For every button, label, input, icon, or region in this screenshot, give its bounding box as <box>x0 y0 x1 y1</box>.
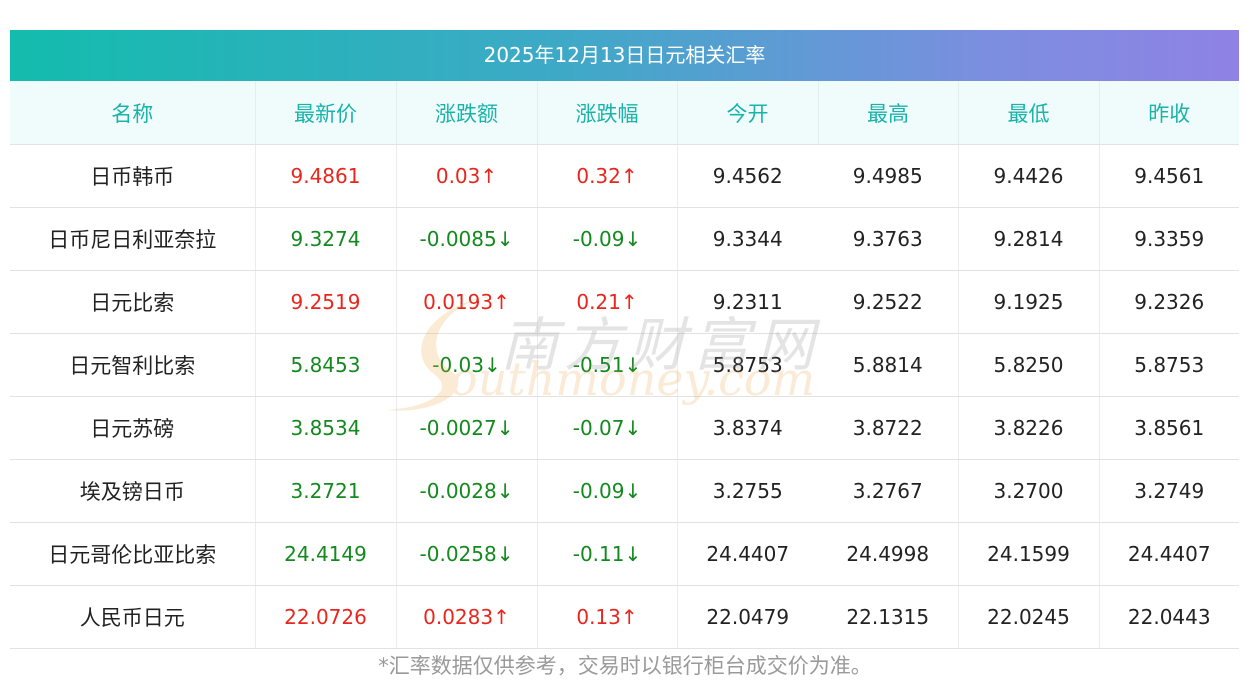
cell-open: 9.4562 <box>677 144 818 208</box>
table-row: 人民币日元 22.0726 0.0283↑ 0.13↑ 22.0479 22.1315 22… <box>10 585 1239 649</box>
cell-change: 0.0193↑ <box>396 270 538 334</box>
cell-pct: -0.09↓ <box>537 207 678 271</box>
col-header-change: 涨跌额 <box>396 81 538 145</box>
cell-pct: -0.11↓ <box>537 522 678 586</box>
cell-prev: 9.2326 <box>1099 270 1239 334</box>
cell-prev: 3.2749 <box>1099 459 1239 523</box>
cell-name: 日币韩币 <box>10 144 256 208</box>
cell-open: 24.4407 <box>677 522 818 586</box>
cell-change: -0.0085↓ <box>396 207 538 271</box>
col-header-prev: 昨收 <box>1099 81 1239 145</box>
cell-open: 3.2755 <box>677 459 818 523</box>
cell-latest: 9.4861 <box>255 144 397 208</box>
cell-change: -0.03↓ <box>396 333 538 397</box>
cell-high: 22.1315 <box>818 585 959 649</box>
col-header-name: 名称 <box>10 81 256 145</box>
cell-low: 9.4426 <box>958 144 1100 208</box>
cell-low: 3.2700 <box>958 459 1100 523</box>
cell-latest: 24.4149 <box>255 522 397 586</box>
cell-high: 9.4985 <box>818 144 959 208</box>
cell-change: 0.03↑ <box>396 144 538 208</box>
cell-prev: 9.4561 <box>1099 144 1239 208</box>
cell-pct: -0.51↓ <box>537 333 678 397</box>
cell-high: 9.2522 <box>818 270 959 334</box>
cell-low: 22.0245 <box>958 585 1100 649</box>
cell-prev: 9.3359 <box>1099 207 1239 271</box>
cell-pct: 0.21↑ <box>537 270 678 334</box>
cell-high: 3.8722 <box>818 396 959 460</box>
cell-prev: 3.8561 <box>1099 396 1239 460</box>
cell-low: 9.1925 <box>958 270 1100 334</box>
cell-change: 0.0283↑ <box>396 585 538 649</box>
table-title: 2025年12月13日日元相关汇率 <box>10 30 1239 81</box>
cell-open: 3.8374 <box>677 396 818 460</box>
cell-name: 埃及镑日币 <box>10 459 256 523</box>
rate-table-container: 2025年12月13日日元相关汇率 名称 最新价 涨跌额 涨跌幅 今开 最高 最… <box>10 30 1239 649</box>
cell-pct: -0.09↓ <box>537 459 678 523</box>
cell-name: 日元智利比索 <box>10 333 256 397</box>
cell-name: 日币尼日利亚奈拉 <box>10 207 256 271</box>
cell-prev: 22.0443 <box>1099 585 1239 649</box>
cell-low: 3.8226 <box>958 396 1100 460</box>
col-header-pct: 涨跌幅 <box>537 81 678 145</box>
table-row: 日元智利比索 5.8453 -0.03↓ -0.51↓ 5.8753 5.8814 5.82… <box>10 333 1239 397</box>
table-row: 日元比索 9.2519 0.0193↑ 0.21↑ 9.2311 9.2522 9.1925… <box>10 270 1239 334</box>
col-header-high: 最高 <box>818 81 959 145</box>
cell-high: 5.8814 <box>818 333 959 397</box>
table-row: 日币韩币 9.4861 0.03↑ 0.32↑ 9.4562 9.4985 9.4426 9.… <box>10 144 1239 208</box>
col-header-latest: 最新价 <box>255 81 397 145</box>
cell-open: 5.8753 <box>677 333 818 397</box>
cell-open: 22.0479 <box>677 585 818 649</box>
table-row: 日元苏磅 3.8534 -0.0027↓ -0.07↓ 3.8374 3.8722 3.82… <box>10 396 1239 460</box>
col-header-low: 最低 <box>958 81 1100 145</box>
cell-name: 人民币日元 <box>10 585 256 649</box>
cell-low: 5.8250 <box>958 333 1100 397</box>
cell-low: 24.1599 <box>958 522 1100 586</box>
cell-prev: 24.4407 <box>1099 522 1239 586</box>
cell-high: 3.2767 <box>818 459 959 523</box>
cell-change: -0.0027↓ <box>396 396 538 460</box>
cell-pct: 0.13↑ <box>537 585 678 649</box>
table-row: 日币尼日利亚奈拉 9.3274 -0.0085↓ -0.09↓ 9.3344 9.3763… <box>10 207 1239 271</box>
cell-change: -0.0258↓ <box>396 522 538 586</box>
cell-name: 日元比索 <box>10 270 256 334</box>
cell-open: 9.3344 <box>677 207 818 271</box>
cell-latest: 3.8534 <box>255 396 397 460</box>
cell-low: 9.2814 <box>958 207 1100 271</box>
cell-change: -0.0028↓ <box>396 459 538 523</box>
cell-name: 日元哥伦比亚比索 <box>10 522 256 586</box>
col-header-open: 今开 <box>677 81 819 145</box>
cell-high: 24.4998 <box>818 522 959 586</box>
table-row: 埃及镑日币 3.2721 -0.0028↓ -0.09↓ 3.2755 3.2767 3.2… <box>10 459 1239 523</box>
cell-latest: 3.2721 <box>255 459 397 523</box>
cell-prev: 5.8753 <box>1099 333 1239 397</box>
table-header-row: 名称 最新价 涨跌额 涨跌幅 今开 最高 最低 昨收 <box>10 81 1239 145</box>
cell-name: 日元苏磅 <box>10 396 256 460</box>
cell-pct: -0.07↓ <box>537 396 678 460</box>
cell-latest: 22.0726 <box>255 585 397 649</box>
cell-high: 9.3763 <box>818 207 959 271</box>
cell-pct: 0.32↑ <box>537 144 678 208</box>
cell-open: 9.2311 <box>677 270 818 334</box>
rate-table: 名称 最新价 涨跌额 涨跌幅 今开 最高 最低 昨收 日币韩币 9.4861 0.0… <box>10 81 1239 649</box>
cell-latest: 9.3274 <box>255 207 397 271</box>
cell-latest: 5.8453 <box>255 333 397 397</box>
table-row: 日元哥伦比亚比索 24.4149 -0.0258↓ -0.11↓ 24.4407 24.4… <box>10 522 1239 586</box>
footnote: *汇率数据仅供参考，交易时以银行柜台成交价为准。 <box>378 654 872 678</box>
cell-latest: 9.2519 <box>255 270 397 334</box>
